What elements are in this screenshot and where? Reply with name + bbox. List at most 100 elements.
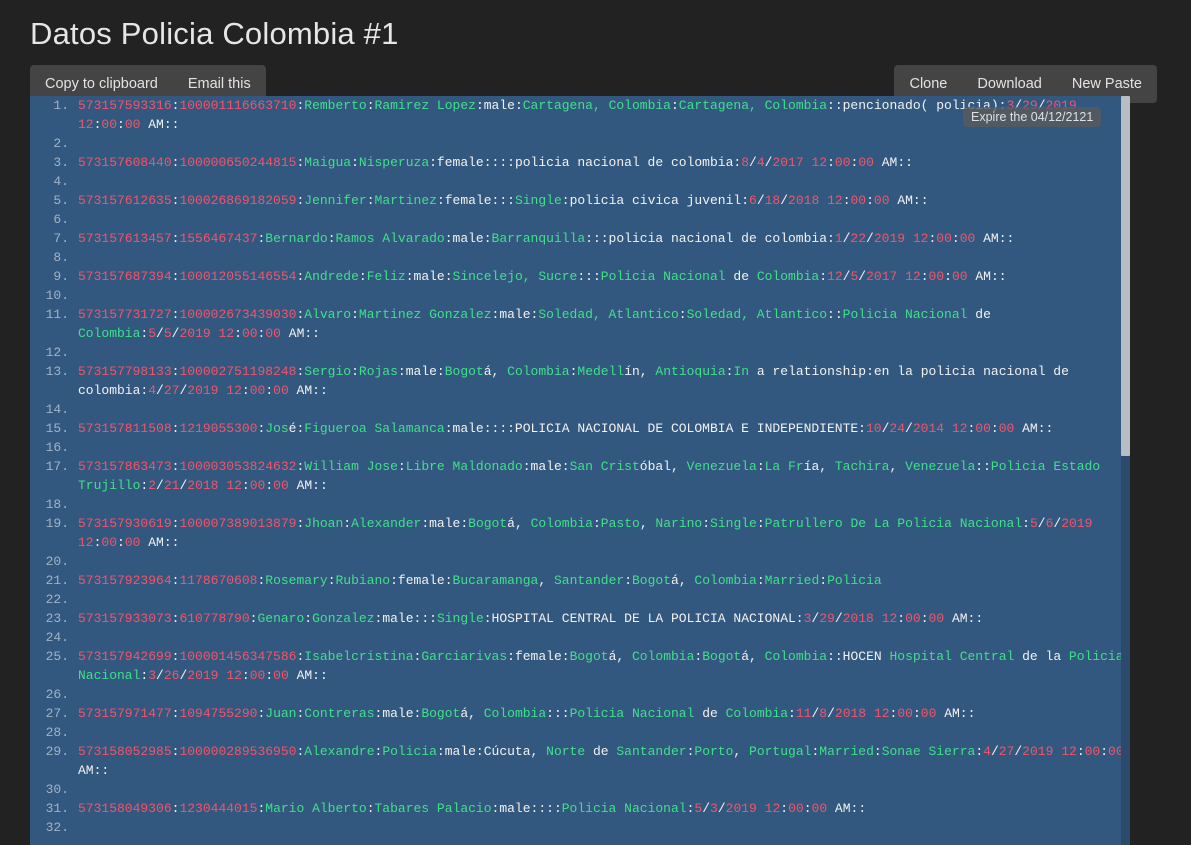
code-token-str: Colombia [530, 516, 593, 531]
line-number: 29. [45, 744, 69, 759]
code-token-str: Mario Alberto [265, 801, 367, 816]
code-token-num: 00 [273, 383, 289, 398]
code-token-num: 2 [148, 478, 157, 493]
code-token-pln: : [327, 573, 336, 588]
code-token-num: 2018 [788, 193, 820, 208]
code-token-pln: AM:: [827, 801, 867, 816]
code-token-str: Andrede [304, 269, 359, 284]
code-token-num: 2019 [1022, 744, 1054, 759]
code-token-str: Bogot [444, 364, 484, 379]
code-token-str: Colombia [694, 573, 757, 588]
code-token-num: 00 [858, 155, 874, 170]
code-token-num: 6 [749, 193, 757, 208]
code-line: 28. [30, 723, 1130, 742]
code-token-num: 12 [78, 535, 94, 550]
paste-content-panel[interactable]: 1. 573157593316:100001116663710:Remberto:… [30, 96, 1130, 845]
code-token-pln: : [366, 193, 375, 208]
code-token-num: 4 [983, 744, 991, 759]
line-number: 18. [45, 497, 69, 512]
code-token-str: Single [514, 193, 562, 208]
code-token-str: Bogot [569, 649, 609, 664]
code-token-str: Jennifer [304, 193, 367, 208]
code-token-str: Colombia [764, 649, 828, 664]
code-token-str: Porto [694, 744, 734, 759]
page-header: Datos Policia Colombia #1 [0, 0, 1191, 56]
code-token-num: 3 [710, 801, 718, 816]
code-token-pln: , [733, 744, 750, 759]
code-token-pln: ía, [803, 459, 835, 474]
code-line-list: 1. 573157593316:100001116663710:Remberto:… [30, 96, 1130, 837]
code-token-pln: : [827, 155, 835, 170]
code-token-num: 00 [834, 155, 851, 170]
code-token-pln: : [241, 383, 250, 398]
code-token-num: 00 [273, 478, 289, 493]
code-token-pln: : [366, 801, 375, 816]
code-token-num: 100001116663710 [179, 98, 297, 113]
line-content: 573157933073:610778790:Genaro:Gonzalez:m… [78, 609, 1130, 628]
code-token-pln: :male: [444, 231, 492, 246]
code-token-num: 610778790 [179, 611, 250, 626]
code-token-pln: / [156, 326, 164, 341]
line-number: 8. [53, 250, 69, 265]
code-token-num: 12 [912, 231, 929, 246]
code-line: 30. [30, 780, 1130, 799]
code-token-pln: : [241, 668, 250, 683]
line-content: 573157593316:100001116663710:Remberto:Ra… [78, 96, 1130, 134]
code-token-num: 12 [226, 383, 242, 398]
code-token-str: Patrullero De La Policia Nacional [764, 516, 1023, 531]
code-token-pln: / [827, 706, 835, 721]
code-token-pln: : [1022, 516, 1030, 531]
code-line: 14. [30, 400, 1130, 419]
code-token-num: 1094755290 [179, 706, 258, 721]
code-token-num: 00 [873, 193, 890, 208]
code-token-pln: ::pencionado( policia): [827, 98, 1007, 113]
code-token-pln: :male: [405, 269, 453, 284]
line-number: 2. [53, 136, 69, 151]
code-token-pln: úcuta, [491, 744, 547, 759]
code-token-pln: : [265, 668, 274, 683]
code-token-str: Jos [265, 421, 289, 436]
vertical-scrollbar-thumb[interactable] [1121, 96, 1130, 456]
code-token-pln: , [889, 459, 906, 474]
code-token-str: Barranquilla [491, 231, 586, 246]
code-token-str: Martinez Gonzalez [358, 307, 492, 322]
code-token-num: 10 [866, 421, 882, 436]
code-token-num: 2019 [187, 668, 219, 683]
line-content: 573157923964:1178670608:Rosemary:Rubiano… [78, 571, 1130, 590]
code-token-pln: : [234, 326, 242, 341]
code-token-num: 00 [124, 117, 141, 132]
code-token-str: La Fr [764, 459, 804, 474]
vertical-scrollbar[interactable] [1121, 96, 1130, 845]
code-token-pln: : [951, 231, 960, 246]
line-number: 15. [45, 421, 69, 436]
code-token-pln: : [873, 744, 882, 759]
code-token-pln: / [858, 269, 867, 284]
code-token-str: Alexandre [304, 744, 375, 759]
code-token-pln: AM:: [873, 155, 913, 170]
code-token-num: 573157811508 [78, 421, 172, 436]
code-token-pln: : [670, 98, 679, 113]
line-number: 14. [45, 402, 69, 417]
code-token-pln: :male: [522, 459, 570, 474]
code-token-pln [757, 801, 765, 816]
code-token-str: Cartagena, Colombia [678, 98, 828, 113]
line-number: 13. [45, 364, 69, 379]
code-token-num: 1178670608 [179, 573, 258, 588]
paste-content-scroll-area[interactable]: 1. 573157593316:100001116663710:Remberto:… [30, 96, 1130, 845]
code-token-num: 00 [265, 326, 281, 341]
code-token-pln: de [967, 307, 999, 322]
line-number: 31. [45, 801, 69, 816]
code-token-num: 573157971477 [78, 706, 172, 721]
code-token-num: 00 [920, 706, 937, 721]
line-number: 1. [53, 98, 69, 113]
code-token-pln: :female: [390, 573, 453, 588]
code-token-pln: AM:: [967, 269, 1007, 284]
code-token-pln: á, [460, 706, 484, 721]
code-token-pln: : [592, 516, 601, 531]
code-token-pln: AM:: [140, 117, 180, 132]
code-token-pln [1092, 516, 1100, 531]
code-token-str: Ramirez Lopez [374, 98, 476, 113]
code-line: 13. 573157798133:100002751198248:Sergio:R… [30, 362, 1130, 400]
code-token-str: Colombia [725, 706, 789, 721]
code-token-num: 4 [756, 155, 765, 170]
